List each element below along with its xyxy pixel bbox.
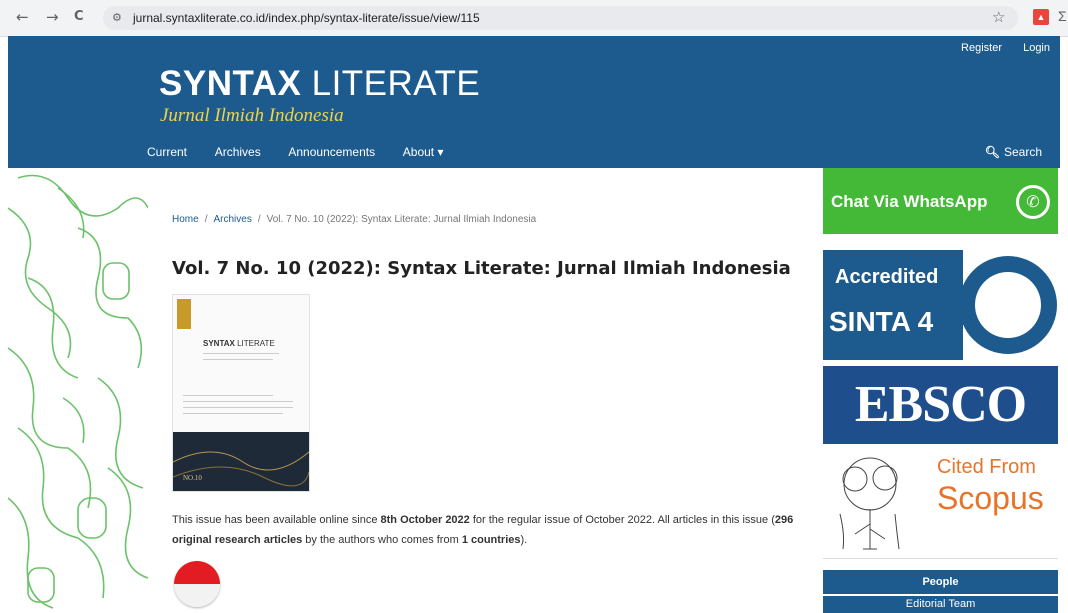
user-nav: Register Login bbox=[943, 42, 1050, 54]
breadcrumb-archives[interactable]: Archives bbox=[213, 214, 251, 225]
nav-announcements[interactable]: Announcements bbox=[288, 145, 375, 159]
logo-light-text: LITERATE bbox=[311, 64, 481, 103]
main-nav: Current Archives Announcements About ▾ bbox=[147, 145, 469, 159]
whatsapp-button[interactable]: Chat Via WhatsApp ✆ bbox=[823, 168, 1058, 234]
login-link[interactable]: Login bbox=[1023, 42, 1050, 54]
issue-description: This issue has been available online sin… bbox=[172, 514, 794, 546]
search-link[interactable]: 🔍︎ Search bbox=[985, 145, 1042, 159]
search-label: Search bbox=[1003, 145, 1042, 159]
breadcrumb: Home / Archives / Vol. 7 No. 10 (2022): Synt… bbox=[172, 214, 537, 225]
scopus-banner[interactable]: Cited From Scopus bbox=[823, 450, 1058, 559]
sidebar: Chat Via WhatsApp ✆ Accredited SINTA 4 E… bbox=[823, 168, 1060, 613]
logo-bold-text: SYNTAX bbox=[159, 64, 302, 103]
cited-from-label: Cited From bbox=[937, 456, 1036, 478]
people-heading: People bbox=[823, 570, 1058, 594]
nav-archives[interactable]: Archives bbox=[215, 145, 261, 159]
whatsapp-icon: ✆ bbox=[1016, 185, 1050, 219]
logo-subtitle: Jurnal Ilmiah Indonesia bbox=[160, 105, 344, 126]
extensions-puzzle-icon[interactable]: Σ bbox=[1058, 8, 1067, 24]
url-text[interactable]: jurnal.syntaxliterate.co.id/index.php/sy… bbox=[133, 11, 480, 25]
whatsapp-label: Chat Via WhatsApp bbox=[831, 192, 988, 211]
sinta-label: SINTA 4 bbox=[829, 306, 934, 337]
search-icon: 🔍︎ bbox=[984, 145, 1000, 159]
cover-number: NO.10 bbox=[183, 474, 202, 482]
sinta-logo-icon bbox=[959, 256, 1057, 354]
background-pattern-right bbox=[815, 168, 823, 613]
site-info-icon[interactable]: ⚙ bbox=[112, 11, 122, 24]
reload-icon[interactable]: C bbox=[74, 9, 84, 24]
page-title: Vol. 7 No. 10 (2022): Syntax Literate: J… bbox=[172, 258, 791, 279]
extension-icon[interactable]: ▲ bbox=[1033, 9, 1049, 25]
site-header: Register Login SYNTAX LITERATE Jurnal Il… bbox=[8, 36, 1060, 168]
address-bar[interactable]: ⚙ jurnal.syntaxliterate.co.id/index.php/… bbox=[103, 6, 1018, 30]
editorial-team-link[interactable]: Editorial Team bbox=[823, 596, 1058, 613]
nav-current[interactable]: Current bbox=[147, 145, 187, 159]
bookmark-star-icon[interactable]: ☆ bbox=[992, 8, 1005, 26]
indonesia-flag-icon bbox=[174, 561, 220, 607]
main-content: Home / Archives / Vol. 7 No. 10 (2022): Synt… bbox=[148, 168, 815, 613]
tree-illustration-icon bbox=[839, 457, 900, 550]
breadcrumb-current: Vol. 7 No. 10 (2022): Syntax Literate: J… bbox=[266, 214, 537, 225]
cover-dark-band bbox=[173, 432, 309, 491]
register-link[interactable]: Register bbox=[961, 42, 1002, 54]
accredited-label: Accredited bbox=[835, 266, 939, 288]
scopus-label: Scopus bbox=[937, 480, 1044, 516]
cover-badge bbox=[177, 299, 191, 329]
nav-about[interactable]: About ▾ bbox=[403, 145, 444, 159]
ebsco-banner[interactable]: EBSCO bbox=[823, 366, 1058, 444]
breadcrumb-home[interactable]: Home bbox=[172, 214, 199, 225]
sinta-badge[interactable]: Accredited SINTA 4 bbox=[823, 250, 1058, 360]
background-pattern bbox=[8, 168, 148, 613]
browser-toolbar: ← → C ⚙ jurnal.syntaxliterate.co.id/inde… bbox=[0, 0, 1068, 37]
site-logo[interactable]: SYNTAX LITERATE bbox=[159, 64, 480, 104]
back-icon[interactable]: ← bbox=[16, 8, 29, 26]
cover-title: SYNTAX LITERATE bbox=[203, 339, 275, 348]
issue-cover-image[interactable]: SYNTAX LITERATE NO.10 bbox=[172, 294, 310, 492]
forward-icon[interactable]: → bbox=[46, 8, 59, 26]
